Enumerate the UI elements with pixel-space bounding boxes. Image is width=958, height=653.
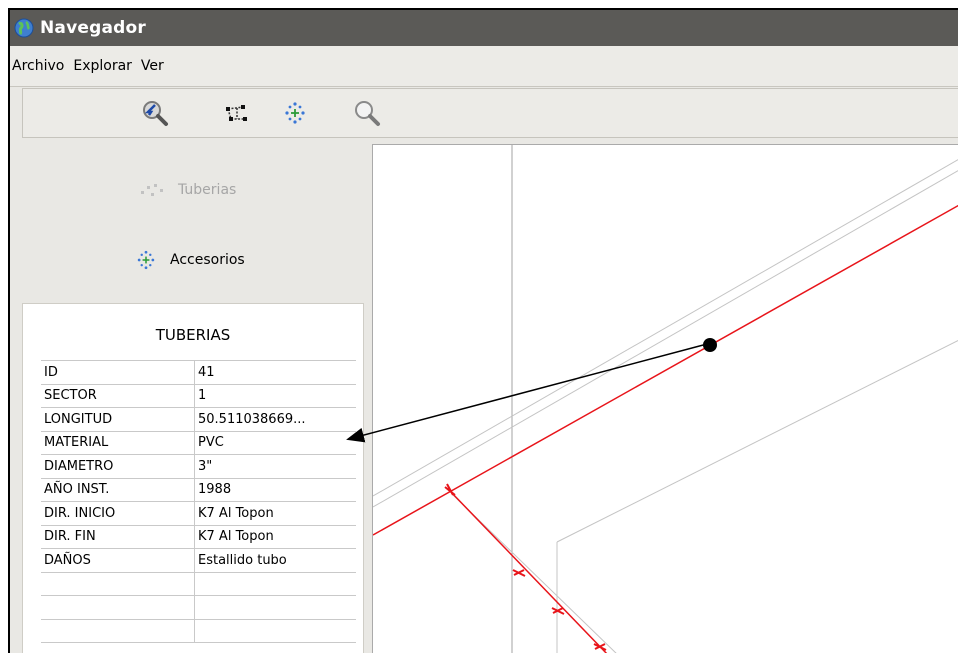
menu-bar: Archivo Explorar Ver [10, 46, 958, 87]
menu-ver[interactable]: Ver [141, 58, 173, 74]
window-title: Navegador [40, 18, 146, 38]
attribute-key: MATERIAL [41, 431, 195, 455]
zoom-icon[interactable] [353, 99, 381, 127]
attributes-table: ID 41 SECTOR 1 LONGITUD 50.511038669... MATERI… [41, 360, 356, 643]
tuberias-icon [141, 184, 163, 196]
info-panel-title: TUBERIAS [155, 326, 231, 344]
attribute-row: DIAMETRO 3" [41, 454, 356, 479]
menu-explorar[interactable]: Explorar [73, 58, 141, 74]
attribute-row: DAÑOS Estallido tubo [41, 548, 356, 573]
attribute-row: DIR. INICIO K7 Al Topon [41, 501, 356, 526]
attribute-value: 1988 [194, 478, 356, 502]
attribute-row [41, 619, 356, 643]
attribute-key: ID [41, 360, 195, 385]
attribute-value: K7 Al Topon [194, 501, 356, 526]
attribute-value: K7 Al Topon [194, 525, 356, 549]
map-view[interactable] [372, 144, 958, 653]
attribute-row: SECTOR 1 [41, 384, 356, 408]
pipe-line-lower [556, 339, 958, 543]
selection-point-marker [703, 338, 717, 352]
attribute-value: 41 [194, 360, 356, 385]
accesorios-icon [137, 250, 155, 270]
info-panel: TUBERIAS ID 41 SECTOR 1 LONGITUD 50.511038669… [22, 303, 364, 653]
pipe-fittings [444, 483, 607, 651]
accesorios-layer-button[interactable]: Accesorios [132, 248, 245, 272]
attribute-row: AÑO INST. 1988 [41, 478, 356, 502]
attribute-row: MATERIAL PVC [41, 431, 356, 455]
attribute-value: PVC [194, 431, 356, 455]
attribute-key: DAÑOS [41, 548, 195, 573]
pipe-line-branch-shadow [452, 494, 617, 653]
attribute-key: LONGITUD [41, 407, 195, 432]
attribute-row: DIR. FIN K7 Al Topon [41, 525, 356, 549]
attribute-value [194, 619, 356, 643]
attribute-value: 1 [194, 384, 356, 408]
pipe-line-upper [372, 159, 958, 497]
accessories-icon[interactable] [281, 99, 309, 127]
attribute-key: DIR. INICIO [41, 501, 195, 526]
navegador-window: Navegador Archivo Explorar Ver Tuberias … [8, 8, 958, 653]
attribute-value [194, 572, 356, 596]
attribute-row: ID 41 [41, 360, 356, 385]
menu-archivo[interactable]: Archivo [12, 58, 73, 74]
tuberias-layer-button[interactable]: Tuberias [138, 180, 236, 200]
select-feature-icon[interactable] [141, 99, 169, 127]
attribute-key: SECTOR [41, 384, 195, 408]
attribute-row [41, 572, 356, 596]
pipe-line-upper-2 [372, 170, 958, 508]
attribute-key: DIR. FIN [41, 525, 195, 549]
globe-icon [14, 18, 34, 38]
attribute-value: 50.511038669... [194, 407, 356, 432]
attribute-key: DIAMETRO [41, 454, 195, 479]
selected-pipe[interactable] [372, 204, 958, 536]
branch-pipe[interactable] [449, 490, 609, 653]
attribute-row: LONGITUD 50.511038669... [41, 407, 356, 432]
left-panel: Tuberias Accesorios TUBERIAS ID 41 SECTOR 1… [10, 144, 372, 653]
attribute-key [41, 595, 195, 620]
title-bar[interactable]: Navegador [10, 10, 958, 46]
attribute-row [41, 595, 356, 620]
tuberias-label: Tuberias [178, 182, 237, 198]
network-icon[interactable] [223, 99, 251, 127]
attribute-key [41, 572, 195, 596]
attribute-key [41, 619, 195, 643]
accesorios-label: Accesorios [170, 252, 245, 268]
attribute-value: 3" [194, 454, 356, 479]
attribute-value [194, 595, 356, 620]
map-canvas[interactable] [372, 145, 958, 653]
toolbar [22, 88, 958, 138]
attribute-key: AÑO INST. [41, 478, 195, 502]
attribute-value: Estallido tubo [194, 548, 356, 573]
